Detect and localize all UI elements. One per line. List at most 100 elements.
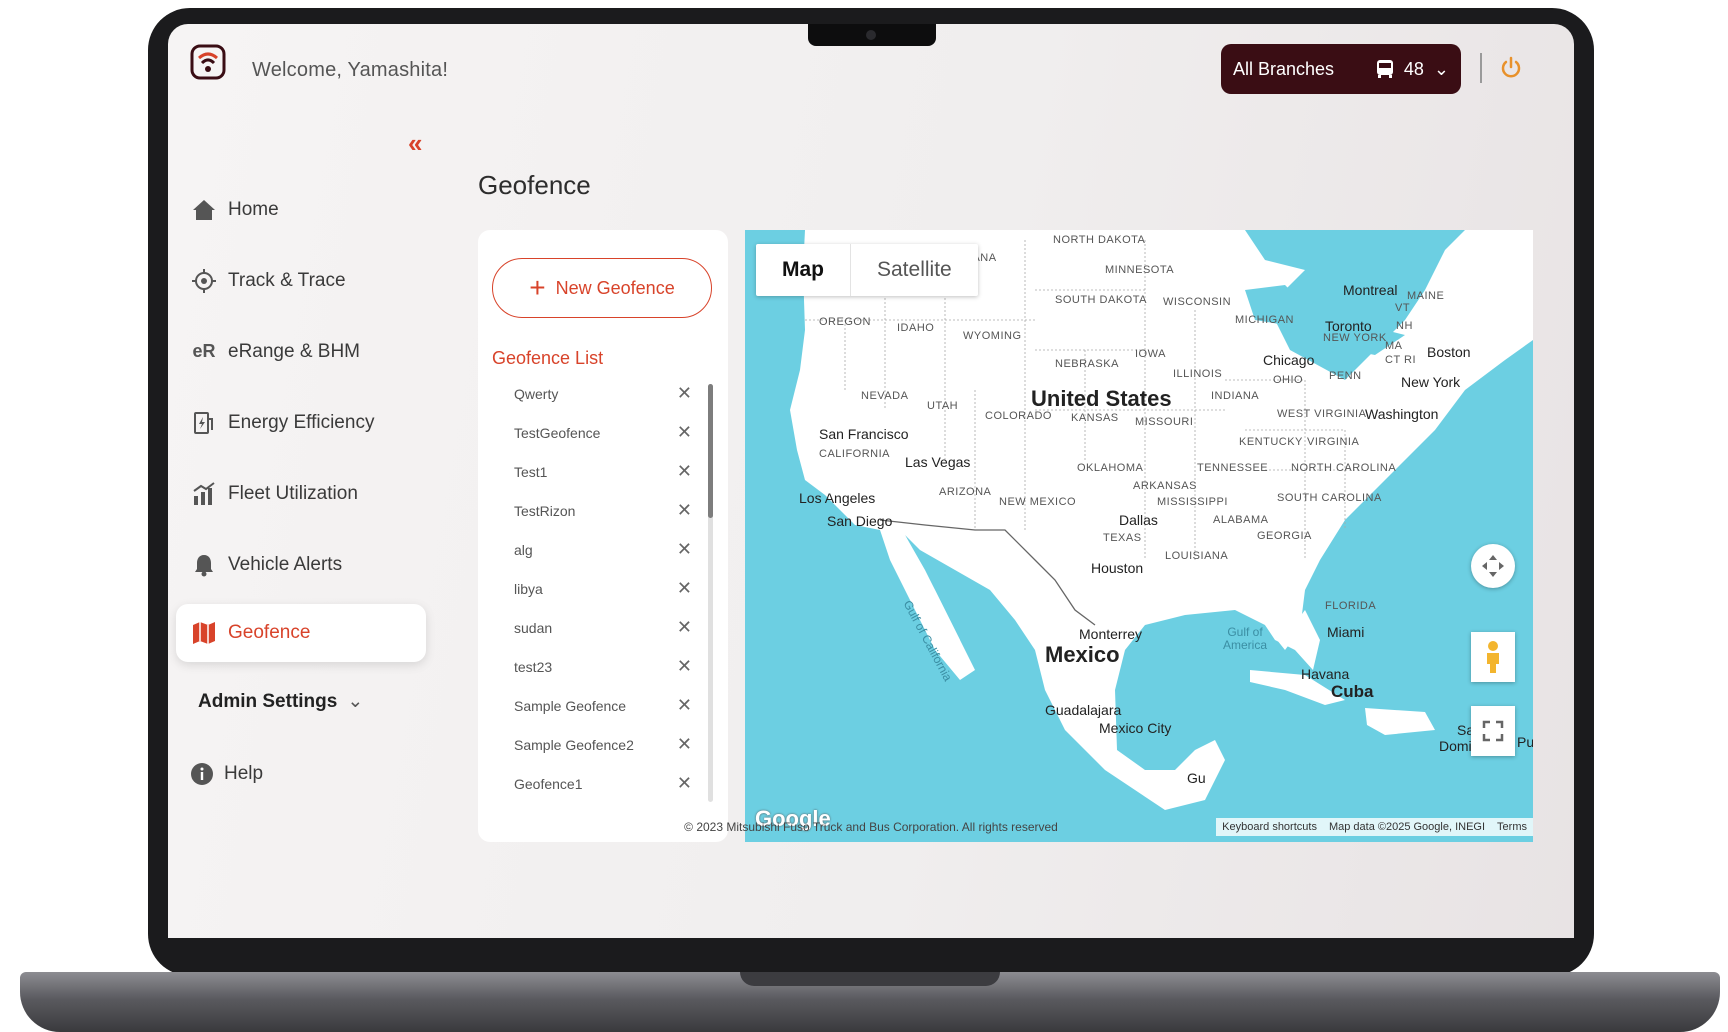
list-item[interactable]: test23 ✕ — [478, 647, 708, 686]
sidebar-item-track-trace[interactable]: Track & Trace — [176, 245, 426, 316]
state-label: TEXAS — [1103, 532, 1142, 544]
geofence-name: Geofence1 — [514, 775, 583, 792]
list-item[interactable]: libya ✕ — [478, 569, 708, 608]
chevron-down-icon: ⌄ — [347, 691, 364, 712]
sidebar-item-erange[interactable]: eR eRange & BHM — [176, 316, 426, 387]
sidebar-item-home[interactable]: Home — [176, 174, 426, 245]
home-icon — [190, 196, 218, 224]
map-icon — [190, 619, 218, 647]
geofence-name: Sample Geofence — [514, 697, 627, 714]
city-label: Houston — [1091, 560, 1144, 576]
state-label: WISCONSIN — [1163, 296, 1232, 308]
state-label: TENNESSEE — [1197, 462, 1269, 474]
close-icon[interactable]: ✕ — [677, 422, 692, 443]
page-title: Geofence — [478, 170, 591, 200]
state-label: KENTUCKY — [1239, 436, 1303, 448]
state-label: LOUISIANA — [1165, 550, 1229, 562]
geofence-name: sudan — [514, 619, 553, 636]
sidebar-item-help[interactable]: Help — [190, 762, 263, 786]
list-item[interactable]: Test1 ✕ — [478, 452, 708, 491]
state-label: GEORGIA — [1257, 530, 1312, 542]
list-item[interactable]: alg ✕ — [478, 530, 708, 569]
close-icon[interactable]: ✕ — [677, 734, 692, 755]
sidebar-item-label: Geofence — [228, 622, 311, 643]
state-label: SOUTH CAROLINA — [1277, 492, 1382, 504]
branch-label: All Branches — [1233, 58, 1335, 79]
state-label: NEVADA — [861, 390, 909, 402]
geofence-panel: + New Geofence Geofence List Qwerty ✕ Tes… — [478, 230, 728, 842]
sidebar-item-fleet[interactable]: Fleet Utilization — [176, 458, 426, 529]
list-item[interactable]: Geofence1 ✕ — [478, 764, 708, 803]
state-label: CALIFORNIA — [819, 448, 891, 460]
street-view-pegman-icon[interactable] — [1471, 632, 1515, 682]
pan-control-icon[interactable] — [1471, 544, 1515, 588]
list-item[interactable]: TestRizon ✕ — [478, 491, 708, 530]
geofence-name: Test1 — [514, 463, 548, 480]
admin-settings-toggle[interactable]: Admin Settings ⌄ — [198, 690, 363, 713]
city-label: Havana — [1301, 666, 1350, 682]
sidebar-item-geofence[interactable]: Geofence — [176, 604, 426, 662]
city-label: Montreal — [1343, 282, 1398, 298]
sidebar-item-alerts[interactable]: Vehicle Alerts — [176, 529, 426, 600]
city-label: Toronto — [1325, 318, 1372, 334]
close-icon[interactable]: ✕ — [677, 578, 692, 599]
tab-satellite[interactable]: Satellite — [851, 244, 978, 296]
city-label: Washington — [1365, 406, 1439, 422]
close-icon[interactable]: ✕ — [677, 656, 692, 677]
close-icon[interactable]: ✕ — [677, 461, 692, 482]
state-label: MA — [1385, 340, 1403, 352]
state-label: OREGON — [819, 316, 871, 328]
country-label: Cuba — [1331, 682, 1374, 701]
sidebar-item-label: eRange & BHM — [228, 340, 361, 362]
chevron-down-icon: ⌄ — [1433, 58, 1449, 79]
state-label: PENN — [1329, 370, 1362, 382]
admin-settings-label: Admin Settings — [198, 690, 338, 712]
geofence-name: Sample Geofence2 — [514, 736, 634, 753]
crosshair-icon — [190, 267, 218, 295]
city-label: San Diego — [827, 513, 893, 529]
list-item[interactable]: Sample Geofence2 ✕ — [478, 725, 708, 764]
state-label: NORTH DAKOTA — [1053, 234, 1146, 246]
welcome-text: Welcome, Yamashita! — [252, 59, 449, 81]
close-icon[interactable]: ✕ — [677, 695, 692, 716]
fullscreen-icon[interactable] — [1471, 706, 1515, 756]
close-icon[interactable]: ✕ — [677, 383, 692, 404]
city-label: Miami — [1327, 624, 1365, 640]
close-icon[interactable]: ✕ — [677, 539, 692, 560]
plus-icon: + — [529, 272, 546, 303]
collapse-sidebar-icon[interactable]: « — [408, 128, 422, 159]
footer-copyright: © 2023 Mitsubishi Fuso Truck and Bus Cor… — [684, 820, 1058, 834]
scrollbar-thumb[interactable] — [708, 384, 713, 518]
state-label: NORTH CAROLINA — [1291, 462, 1397, 474]
list-item[interactable]: Qwerty ✕ — [478, 374, 708, 413]
close-icon[interactable]: ✕ — [677, 617, 692, 638]
city-label: Las Vegas — [905, 454, 971, 470]
state-label: VT — [1395, 302, 1411, 314]
geofence-name: Qwerty — [514, 385, 559, 402]
energy-icon — [190, 409, 218, 437]
list-item[interactable]: Sample Geofence ✕ — [478, 686, 708, 725]
branch-selector[interactable]: All Branches 48 ⌄ — [1221, 44, 1461, 94]
sidebar-nav: Home Track & Trace eR eRange & BHM Energ… — [176, 174, 426, 662]
sidebar-item-energy[interactable]: Energy Efficiency — [176, 387, 426, 458]
new-geofence-button[interactable]: + New Geofence — [492, 258, 712, 318]
list-item[interactable]: sudan ✕ — [478, 608, 708, 647]
state-label: UTAH — [927, 400, 959, 412]
close-icon[interactable]: ✕ — [677, 773, 692, 794]
state-label: ARIZONA — [939, 486, 992, 498]
sidebar-item-label: Track & Trace — [228, 269, 346, 291]
list-scrollbar[interactable] — [708, 384, 713, 802]
close-icon[interactable]: ✕ — [677, 500, 692, 521]
map-type-tabs: Map Satellite — [756, 244, 978, 296]
sidebar-item-label: Energy Efficiency — [228, 411, 375, 433]
state-label: MISSOURI — [1135, 416, 1194, 428]
tab-map[interactable]: Map — [756, 244, 851, 296]
state-label: NEBRASKA — [1055, 358, 1119, 370]
new-geofence-label: New Geofence — [555, 277, 675, 298]
geofence-map[interactable]: NORTH DAKOTA IONTANA MINNESOTA SOUTH DAK… — [745, 230, 1533, 842]
state-label: IDAHO — [897, 322, 935, 334]
power-icon[interactable] — [1498, 55, 1524, 81]
list-item[interactable]: TestGeofence ✕ — [478, 413, 708, 452]
state-label: IOWA — [1135, 348, 1166, 360]
geofence-name: TestRizon — [514, 502, 576, 519]
